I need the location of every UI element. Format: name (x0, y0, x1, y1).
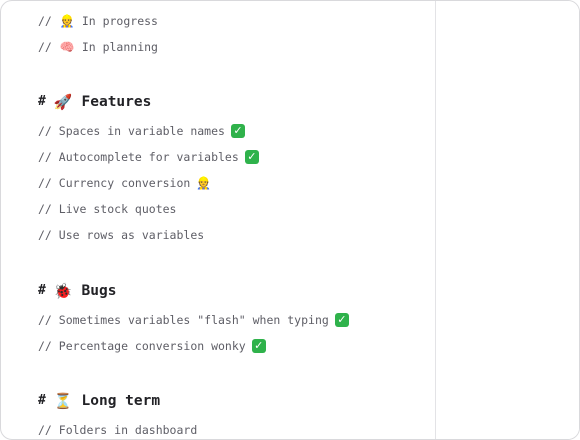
list-item[interactable]: // Currency conversion 👷 (38, 172, 211, 194)
app-window: // 👷 In progress // 🧠 In planning # 🚀 Fe… (0, 0, 580, 440)
list-item[interactable]: // Use rows as variables (38, 224, 204, 246)
brain-icon: 🧠 (59, 40, 75, 54)
heading-title: Bugs (81, 283, 117, 299)
list-item[interactable]: // Spaces in variable names ✓ (38, 120, 245, 142)
legend-label: In progress (81, 14, 158, 28)
check-mark-icon: ✓ (251, 339, 266, 353)
item-text: // Live stock quotes (38, 202, 177, 216)
heading-hash: # (38, 393, 46, 408)
list-item[interactable]: // Sometimes variables "flash" when typi… (38, 309, 349, 331)
item-text: // Use rows as variables (38, 228, 205, 242)
list-item[interactable]: // Autocomplete for variables ✓ (38, 146, 259, 168)
comment-prefix: // (38, 40, 52, 54)
editor-pane[interactable]: // 👷 In progress // 🧠 In planning # 🚀 Fe… (1, 1, 436, 439)
comment-prefix: // (38, 14, 52, 28)
heading-hash: # (38, 94, 46, 109)
item-text: // Percentage conversion wonky (38, 339, 246, 353)
construction-worker-icon: 👷 (59, 14, 75, 28)
legend-line-in-planning[interactable]: // 🧠 In planning (38, 36, 158, 58)
heading-title: Features (81, 94, 152, 110)
rocket-icon: 🚀 (53, 93, 73, 111)
list-item[interactable]: // Folders in dashboard (38, 419, 198, 439)
heading-title: Long term (81, 393, 161, 409)
legend-label: In planning (81, 40, 158, 54)
construction-worker-icon: 👷 (196, 176, 212, 190)
item-text: // Folders in dashboard (38, 423, 198, 437)
item-text: // Autocomplete for variables (38, 150, 239, 164)
section-heading-long-term[interactable]: # ⏳ Long term (38, 389, 160, 413)
results-pane (436, 1, 579, 439)
check-mark-icon: ✓ (334, 313, 349, 327)
item-text: // Currency conversion (38, 176, 191, 190)
legend-line-in-progress[interactable]: // 👷 In progress (38, 10, 158, 32)
check-mark-icon: ✓ (244, 150, 259, 164)
section-heading-features[interactable]: # 🚀 Features (38, 90, 151, 114)
item-text: // Sometimes variables "flash" when typi… (38, 313, 329, 327)
lady-beetle-icon: 🐞 (53, 282, 73, 300)
item-text: // Spaces in variable names (38, 124, 225, 138)
list-item[interactable]: // Percentage conversion wonky ✓ (38, 335, 266, 357)
hourglass-icon: ⏳ (53, 392, 73, 410)
heading-hash: # (38, 283, 46, 298)
section-heading-bugs[interactable]: # 🐞 Bugs (38, 279, 116, 303)
list-item[interactable]: // Live stock quotes (38, 198, 176, 220)
check-mark-icon: ✓ (230, 124, 245, 138)
